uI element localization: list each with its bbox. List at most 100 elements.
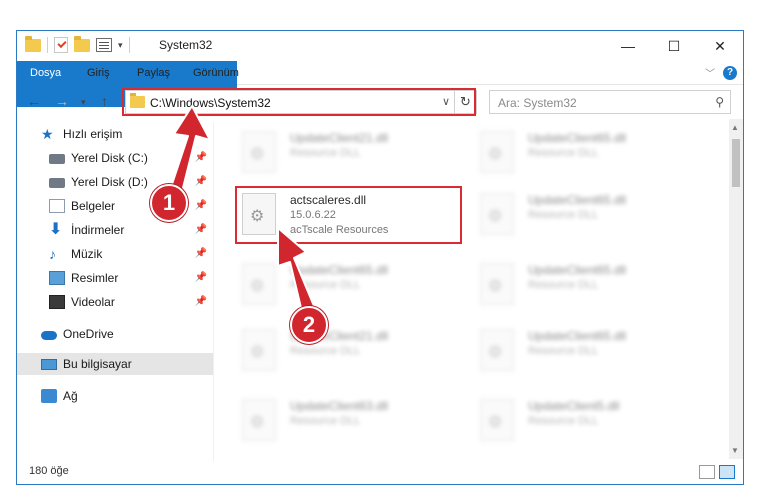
tab-view[interactable]: Görünüm [183, 61, 249, 85]
window-controls: — ☐ ✕ [605, 31, 743, 61]
nav-item-label: Videolar [71, 295, 115, 309]
back-button[interactable]: ← [27, 93, 41, 109]
folder-icon [25, 35, 41, 52]
nav-item-label: Resimler [71, 271, 119, 285]
nav-item-pictures[interactable]: Resimler 📌 [17, 267, 213, 289]
dll-file-icon [480, 329, 514, 371]
documents-icon [49, 199, 65, 213]
file-item[interactable]: UpdateClient21.dll Resource DLL [242, 131, 462, 177]
toolbar-separator [128, 37, 130, 53]
nav-item-label: Yerel Disk (D:) [71, 175, 148, 189]
new-folder-icon[interactable] [74, 35, 90, 52]
pin-icon[interactable]: 📌 [195, 224, 207, 235]
file-name: UpdateClient63.dll [290, 399, 389, 413]
file-description: Resource DLL [528, 147, 599, 159]
nav-item-quick-access[interactable]: ★ Hızlı erişim [17, 123, 213, 145]
nav-item-label: Bu bilgisayar [63, 357, 132, 371]
file-item[interactable]: UpdateClient65.dll Resource DLL [242, 263, 462, 309]
nav-item-label: Hızlı erişim [63, 127, 123, 141]
file-item[interactable]: UpdateClient65.dll Resource DLL [480, 329, 700, 375]
item-count: 180 öğe [29, 465, 69, 477]
ribbon-right-controls: ﹀ ? [705, 65, 737, 80]
scroll-down-icon[interactable]: ▼ [731, 446, 739, 455]
computer-icon [41, 358, 57, 370]
properties-check-icon[interactable] [54, 37, 68, 53]
pin-icon[interactable]: 📌 [195, 296, 207, 307]
search-icon[interactable]: ⚲ [715, 95, 724, 109]
file-description: Resource DLL [290, 147, 361, 159]
network-icon [41, 389, 57, 403]
nav-item-onedrive[interactable]: OneDrive [17, 323, 213, 345]
file-description: Resource DLL [528, 415, 599, 427]
dll-file-icon [242, 329, 276, 371]
pin-icon[interactable]: 📌 [195, 200, 207, 211]
quick-access-toolbar: ▾ [25, 35, 130, 53]
callout-step-2: 2 [290, 306, 328, 344]
disk-icon [49, 178, 65, 188]
file-item[interactable]: UpdateClient63.dll Resource DLL [242, 399, 462, 445]
ribbon-tabs: Dosya Giriş Paylaş Görünüm ﹀ ? [17, 61, 743, 107]
dll-file-icon [480, 399, 514, 441]
tab-share[interactable]: Paylaş [127, 61, 180, 85]
file-description: Resource DLL [528, 345, 599, 357]
disk-icon [49, 154, 65, 164]
pin-icon[interactable]: 📌 [195, 152, 207, 163]
download-icon: ⬇ [49, 221, 63, 238]
recent-locations-icon[interactable]: ▾ [81, 97, 86, 108]
nav-item-label: Yerel Disk (C:) [71, 151, 148, 165]
nav-item-network[interactable]: Ağ [17, 385, 213, 407]
dll-file-icon [242, 263, 276, 305]
navigation-pane: ★ Hızlı erişim Yerel Disk (C:) 📌 Yerel D… [17, 123, 213, 461]
tab-home[interactable]: Giriş [77, 61, 120, 85]
dll-file-icon [242, 399, 276, 441]
nav-item-this-pc[interactable]: Bu bilgisayar [17, 353, 213, 375]
toolbar-dropdown-icon[interactable]: ▾ [118, 40, 123, 51]
file-item[interactable]: UpdateClient65.dll Resource DLL [480, 131, 700, 177]
file-item[interactable]: UpdateClient65.dll Resource DLL [480, 263, 700, 309]
view-properties-icon[interactable] [96, 38, 112, 52]
up-button[interactable]: ↑ [101, 93, 108, 109]
title-bar: ▾ System32 — ☐ ✕ [17, 31, 743, 61]
nav-item-label: Belgeler [71, 199, 116, 213]
dll-file-icon [242, 131, 276, 173]
scrollbar-thumb[interactable] [732, 139, 740, 187]
expand-ribbon-icon[interactable]: ﹀ [705, 65, 715, 80]
help-icon[interactable]: ? [723, 65, 737, 80]
forward-button[interactable]: → [55, 93, 69, 109]
nav-item-label: İndirmeler [71, 223, 125, 237]
file-name: UpdateClient65.dll [528, 329, 627, 343]
search-box[interactable]: Ara: System32 ⚲ [489, 90, 731, 114]
nav-item-downloads[interactable]: ⬇ İndirmeler 📌 [17, 219, 213, 241]
maximize-button[interactable]: ☐ [651, 31, 697, 61]
minimize-button[interactable]: — [605, 31, 651, 61]
nav-item-disk-d[interactable]: Yerel Disk (D:) 📌 [17, 171, 213, 193]
star-icon: ★ [41, 126, 54, 142]
music-icon: ♪ [49, 246, 56, 262]
file-description: Resource DLL [290, 415, 361, 427]
pin-icon[interactable]: 📌 [195, 176, 207, 187]
close-button[interactable]: ✕ [697, 31, 743, 61]
nav-item-videos[interactable]: Videolar 📌 [17, 291, 213, 313]
nav-item-music[interactable]: ♪ Müzik 📌 [17, 243, 213, 265]
pin-icon[interactable]: 📌 [195, 272, 207, 283]
file-description: Resource DLL [528, 279, 599, 291]
dll-file-icon [480, 263, 514, 305]
status-bar: 180 öğe [17, 461, 743, 485]
file-item[interactable]: UpdateClient21.dll Resource DLL [242, 329, 462, 375]
file-item[interactable]: UpdateClient65.dll Resource DLL [480, 193, 700, 239]
scroll-up-icon[interactable]: ▲ [731, 123, 739, 132]
pin-icon[interactable]: 📌 [195, 248, 207, 259]
file-name: UpdateClient65.dll [528, 263, 627, 277]
address-highlight-box [122, 88, 476, 116]
file-item[interactable]: UpdateClient5.dll Resource DLL [480, 399, 700, 445]
videos-icon [49, 295, 65, 309]
details-view-icon[interactable] [699, 465, 715, 479]
nav-item-label: OneDrive [63, 327, 114, 341]
file-name: UpdateClient65.dll [528, 193, 627, 207]
vertical-scrollbar[interactable]: ▲ ▼ [729, 119, 743, 459]
view-toggle [699, 465, 735, 479]
search-placeholder: Ara: System32 [498, 96, 577, 110]
pictures-icon [49, 271, 65, 285]
nav-item-disk-c[interactable]: Yerel Disk (C:) 📌 [17, 147, 213, 169]
tiles-view-icon[interactable] [719, 465, 735, 479]
